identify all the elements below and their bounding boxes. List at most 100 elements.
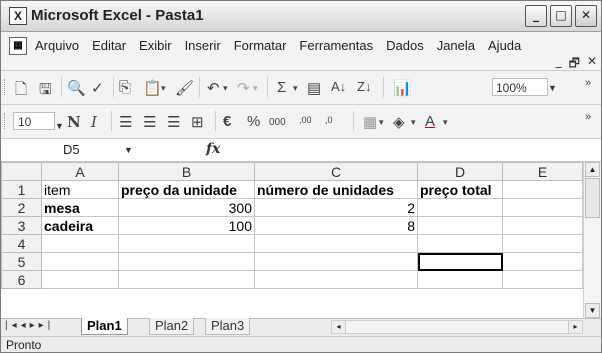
cell-b3[interactable]: 100 [118, 216, 255, 235]
chart-wizard-icon[interactable]: 📊 [393, 79, 412, 97]
align-left-icon[interactable]: ☰ [119, 113, 132, 131]
menu-ajuda[interactable]: Ajuda [488, 38, 521, 53]
toolbar-grip[interactable] [4, 79, 7, 95]
spelling-icon[interactable]: ✓ [91, 79, 104, 97]
cell-a6[interactable] [41, 270, 119, 289]
fill-color-icon[interactable]: ◈ [393, 113, 405, 131]
workbook-icon[interactable]: ▦ [9, 37, 27, 55]
bold-button[interactable]: N [67, 113, 81, 131]
tab-plan2[interactable]: Plan2 [149, 318, 195, 335]
font-color-dropdown-icon[interactable]: ▾ [443, 117, 448, 128]
toolbar-options-icon[interactable]: » [585, 111, 591, 123]
merge-center-icon[interactable]: ⊞ [191, 113, 204, 131]
cell-d5-selected[interactable] [417, 252, 503, 271]
cell-b6[interactable] [118, 270, 255, 289]
insert-function-icon[interactable]: ▤ [307, 79, 321, 97]
toolbar-grip[interactable] [4, 113, 7, 129]
zoom-combo[interactable]: 100% [492, 78, 548, 96]
cell-a5[interactable] [41, 252, 119, 271]
select-all-corner[interactable] [1, 162, 42, 181]
copy-icon[interactable]: ⎘ [119, 79, 131, 96]
cell-b2[interactable]: 300 [118, 198, 255, 217]
autosum-dropdown-icon[interactable]: ▾ [293, 83, 298, 94]
scroll-thumb[interactable] [585, 178, 600, 218]
increase-decimal-button[interactable]: ,00 [299, 115, 312, 125]
menu-ferramentas[interactable]: Ferramentas [299, 38, 373, 53]
cell-d6[interactable] [417, 270, 503, 289]
font-color-button[interactable]: A [425, 113, 435, 130]
cell-c1[interactable]: número de unidades [254, 180, 418, 199]
toolbar-options-icon[interactable]: » [585, 77, 591, 89]
tab-plan3[interactable]: Plan3 [205, 318, 251, 335]
redo-dropdown-icon[interactable]: ▾ [253, 83, 258, 94]
vertical-scrollbar[interactable]: ▲ ▼ [583, 162, 601, 318]
column-header-d[interactable]: D [417, 162, 503, 181]
row-header[interactable]: 6 [1, 270, 42, 289]
cell-b1[interactable]: preço da unidade [118, 180, 255, 199]
cell-e2[interactable] [502, 198, 583, 217]
restore-button[interactable]: □ [550, 5, 572, 27]
paste-dropdown-icon[interactable]: ▾ [161, 83, 166, 94]
undo-dropdown-icon[interactable]: ▾ [223, 83, 228, 94]
cell-a3[interactable]: cadeira [41, 216, 119, 235]
align-center-icon[interactable]: ☰ [143, 113, 156, 131]
zoom-dropdown-icon[interactable]: ▼ [548, 83, 557, 93]
column-header-e[interactable]: E [502, 162, 583, 181]
print-preview-icon[interactable]: 🔍 [67, 79, 86, 97]
minimize-button[interactable]: _ [525, 5, 547, 27]
menu-formatar[interactable]: Formatar [234, 38, 287, 53]
insert-function-button[interactable]: fx [206, 141, 220, 157]
cell-e4[interactable] [502, 234, 583, 253]
cell-d2[interactable] [417, 198, 503, 217]
name-box[interactable]: D5 [1, 139, 115, 161]
excel-icon[interactable]: X [9, 7, 27, 25]
scroll-up-icon[interactable]: ▲ [585, 162, 600, 177]
scroll-left-icon[interactable]: ◂ [332, 321, 346, 333]
cell-d4[interactable] [417, 234, 503, 253]
name-box-dropdown-icon[interactable]: ▼ [124, 145, 133, 155]
row-header[interactable]: 5 [1, 252, 42, 271]
cell-d3[interactable] [417, 216, 503, 235]
scroll-down-icon[interactable]: ▼ [585, 303, 600, 318]
horizontal-scrollbar[interactable]: ◂ ▸ [331, 320, 583, 334]
cell-b5[interactable] [118, 252, 255, 271]
borders-icon[interactable]: ▦ [363, 113, 377, 131]
new-document-icon[interactable]: 🗋 [15, 79, 27, 104]
tab-plan1[interactable]: Plan1 [81, 318, 128, 335]
cell-e1[interactable] [502, 180, 583, 199]
redo-icon[interactable]: ↷ [237, 79, 250, 97]
currency-button[interactable]: € [223, 113, 231, 130]
cell-a2[interactable]: mesa [41, 198, 119, 217]
cell-e5[interactable] [502, 252, 583, 271]
cell-c5[interactable] [254, 252, 418, 271]
italic-button[interactable]: I [91, 113, 97, 131]
thousands-separator-button[interactable]: 000 [269, 117, 286, 128]
row-header[interactable]: 4 [1, 234, 42, 253]
menu-dados[interactable]: Dados [386, 38, 424, 53]
undo-icon[interactable]: ↶ [207, 79, 220, 97]
cell-c2[interactable]: 2 [254, 198, 418, 217]
cell-e6[interactable] [502, 270, 583, 289]
menu-editar[interactable]: Editar [92, 38, 126, 53]
cell-e3[interactable] [502, 216, 583, 235]
paste-icon[interactable]: 📋 [143, 79, 162, 97]
cell-c3[interactable]: 8 [254, 216, 418, 235]
tab-navigation-icons[interactable]: |◂◂▸▸| [5, 320, 54, 331]
cell-c6[interactable] [254, 270, 418, 289]
row-header[interactable]: 1 [1, 180, 42, 199]
save-icon[interactable]: 🖫 [39, 79, 52, 104]
row-header[interactable]: 2 [1, 198, 42, 217]
cell-a4[interactable] [41, 234, 119, 253]
font-size-dropdown-icon[interactable]: ▼ [55, 117, 64, 135]
sort-ascending-icon[interactable]: A↓ [331, 79, 346, 94]
close-button[interactable]: ✕ [575, 5, 597, 27]
title-bar[interactable]: X Microsoft Excel - Pasta1 _ □ ✕ [1, 1, 601, 32]
cell-a1[interactable]: item [41, 180, 119, 199]
font-size-combo[interactable]: 10 ▼ [13, 112, 64, 131]
column-header-b[interactable]: B [118, 162, 255, 181]
menu-arquivo[interactable]: Arquivo [35, 38, 79, 53]
format-painter-icon[interactable]: 🖌 [175, 79, 194, 97]
column-header-a[interactable]: A [41, 162, 119, 181]
fill-color-dropdown-icon[interactable]: ▾ [411, 117, 416, 128]
decrease-decimal-button[interactable]: ,0 [325, 115, 333, 125]
